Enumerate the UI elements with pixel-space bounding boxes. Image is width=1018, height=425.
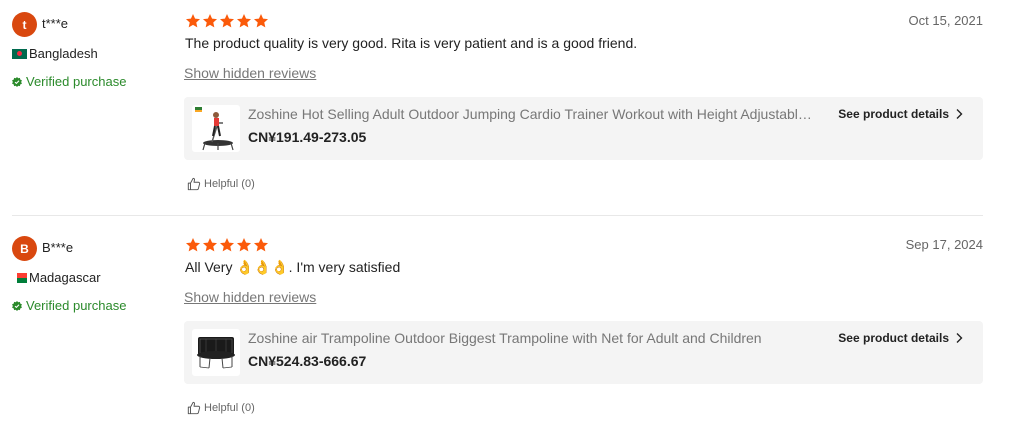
avatar: B	[12, 236, 37, 261]
star-icon	[186, 238, 200, 252]
star-icon	[254, 238, 268, 252]
review-divider	[12, 215, 983, 216]
mini-trampoline-image-icon	[195, 107, 234, 151]
product-thumbnail	[192, 105, 240, 152]
star-rating	[185, 237, 269, 253]
product-card[interactable]: Zoshine Hot Selling Adult Outdoor Jumpin…	[184, 97, 983, 160]
star-icon	[203, 238, 217, 252]
product-thumbnail	[192, 329, 240, 376]
star-icon	[220, 238, 234, 252]
details-label: See product details	[838, 107, 949, 121]
star-icon	[203, 14, 217, 28]
helpful-label: Helpful (0)	[204, 178, 255, 190]
review-date: Sep 17, 2024	[905, 237, 983, 252]
star-icon	[237, 238, 251, 252]
helpful-button[interactable]: Helpful (0)	[187, 401, 255, 415]
verified-purchase-badge: Verified purchase	[12, 74, 126, 89]
reviewer-name: t***e	[42, 16, 69, 31]
star-icon	[220, 14, 234, 28]
star-icon	[186, 14, 200, 28]
madagascar-flag-icon	[12, 272, 27, 283]
helpful-button[interactable]: Helpful (0)	[187, 177, 255, 191]
thumbs-up-icon	[187, 177, 201, 191]
product-price: CN¥524.83-666.67	[248, 353, 367, 369]
verified-check-icon	[12, 76, 22, 87]
star-icon	[254, 14, 268, 28]
trampoline-image-icon	[197, 337, 235, 369]
product-card[interactable]: Zoshine air Trampoline Outdoor Biggest T…	[184, 321, 983, 384]
helpful-label: Helpful (0)	[204, 402, 255, 414]
chevron-right-icon	[956, 333, 963, 343]
country-label: Bangladesh	[29, 46, 98, 61]
reviewer-name: B***e	[42, 240, 74, 255]
star-icon	[237, 14, 251, 28]
show-hidden-reviews-link[interactable]: Show hidden reviews	[184, 289, 316, 305]
review-item: t t***e Bangladesh Verified purchase Oct…	[0, 0, 1018, 216]
verified-label: Verified purchase	[26, 74, 127, 89]
see-product-details-button[interactable]: See product details	[838, 107, 963, 121]
thumbs-up-icon	[187, 401, 201, 415]
see-product-details-button[interactable]: See product details	[838, 331, 963, 345]
review-text: The product quality is very good. Rita i…	[185, 35, 638, 51]
verified-label: Verified purchase	[26, 298, 127, 313]
review-date: Oct 15, 2021	[908, 13, 983, 28]
reviewer-country: Madagascar	[12, 270, 101, 285]
product-title[interactable]: Zoshine air Trampoline Outdoor Biggest T…	[248, 330, 818, 346]
chevron-right-icon	[956, 109, 963, 119]
verified-purchase-badge: Verified purchase	[12, 298, 126, 313]
details-label: See product details	[838, 331, 949, 345]
star-rating	[185, 13, 269, 29]
show-hidden-reviews-link[interactable]: Show hidden reviews	[184, 65, 316, 81]
bangladesh-flag-icon	[12, 48, 27, 59]
country-label: Madagascar	[29, 270, 101, 285]
avatar: t	[12, 12, 37, 37]
product-price: CN¥191.49-273.05	[248, 129, 367, 145]
product-title[interactable]: Zoshine Hot Selling Adult Outdoor Jumpin…	[248, 106, 818, 122]
review-item: B B***e Madagascar Verified purchase Sep…	[0, 224, 1018, 425]
reviewer-country: Bangladesh	[12, 46, 98, 61]
verified-check-icon	[12, 300, 22, 311]
review-text: All Very 👌👌👌. I'm very satisfied	[185, 259, 401, 275]
